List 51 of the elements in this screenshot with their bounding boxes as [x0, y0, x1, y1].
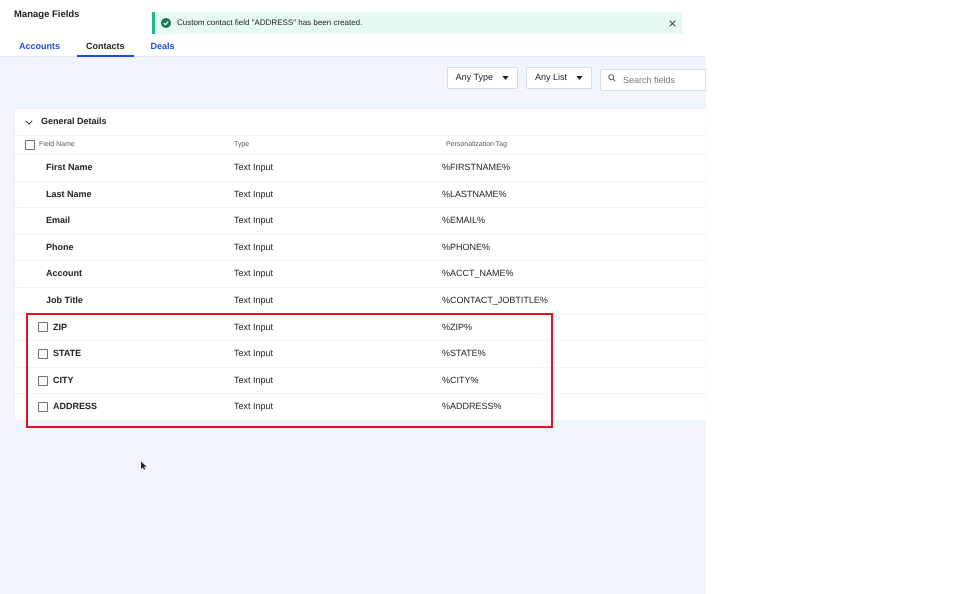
personalization-tag: %FIRSTNAME% — [442, 161, 510, 175]
personalization-tag: %LASTNAME% — [442, 188, 507, 202]
field-type: Text Input — [234, 188, 274, 199]
page-title: Manage Fields — [14, 8, 80, 22]
checkbox[interactable] — [38, 376, 48, 386]
tab[interactable]: Contacts — [77, 39, 134, 57]
personalization-tag: %CONTACT_JOBTITLE% — [442, 294, 548, 308]
field-type: Text Input — [234, 401, 274, 412]
personalization-tag: %CITY% — [442, 374, 479, 388]
field-name: ADDRESS — [53, 400, 98, 414]
close-icon[interactable] — [669, 20, 676, 26]
section-title: General Details — [41, 115, 107, 128]
caret-icon — [576, 76, 583, 80]
field-name: CITY — [53, 374, 74, 387]
personalization-tag: %EMAIL% — [442, 214, 486, 228]
field-type: Text Input — [234, 215, 274, 226]
filter-dropdown[interactable]: Any Type — [446, 67, 518, 89]
field-name: First Name — [46, 161, 93, 174]
personalization-tag: %PHONE% — [442, 240, 490, 254]
toast-message: Custom contact field "ADDRESS" has been created. — [177, 17, 364, 29]
field-type: Text Input — [234, 374, 274, 385]
field-type: Text Input — [234, 322, 274, 332]
field-name: STATE — [53, 347, 82, 360]
field-name: Last Name — [46, 188, 92, 201]
field-name: ZIP — [53, 320, 68, 334]
check-circle-icon — [161, 18, 171, 28]
cursor-icon — [141, 461, 147, 471]
checkbox[interactable] — [38, 348, 48, 359]
caret-icon — [502, 76, 509, 80]
chevron-icon[interactable] — [25, 120, 33, 124]
field-type: Text Input — [234, 295, 274, 306]
tab[interactable]: Accounts — [10, 39, 70, 57]
personalization-tag: %ACCT_NAME% — [442, 267, 514, 281]
filter-dropdown[interactable]: Any List — [526, 67, 592, 89]
field-type: Text Input — [234, 162, 274, 172]
personalization-tag: %STATE% — [442, 347, 486, 361]
field-name: Account — [46, 267, 82, 280]
checkbox[interactable] — [38, 322, 48, 332]
field-type: Text Input — [234, 348, 274, 358]
checkbox[interactable] — [25, 140, 35, 150]
field-name: Phone — [46, 240, 74, 254]
personalization-tag: %ZIP% — [442, 320, 472, 334]
tab[interactable]: Deals — [142, 39, 184, 57]
checkbox[interactable] — [38, 402, 48, 412]
search-field[interactable]: Search fields — [600, 69, 706, 91]
personalization-tag: %ADDRESS% — [442, 400, 502, 414]
field-name: Job Title — [46, 294, 83, 308]
search-icon — [608, 74, 616, 82]
field-type: Text Input — [234, 242, 274, 252]
field-type: Text Input — [234, 268, 274, 278]
field-name: Email — [46, 214, 70, 228]
